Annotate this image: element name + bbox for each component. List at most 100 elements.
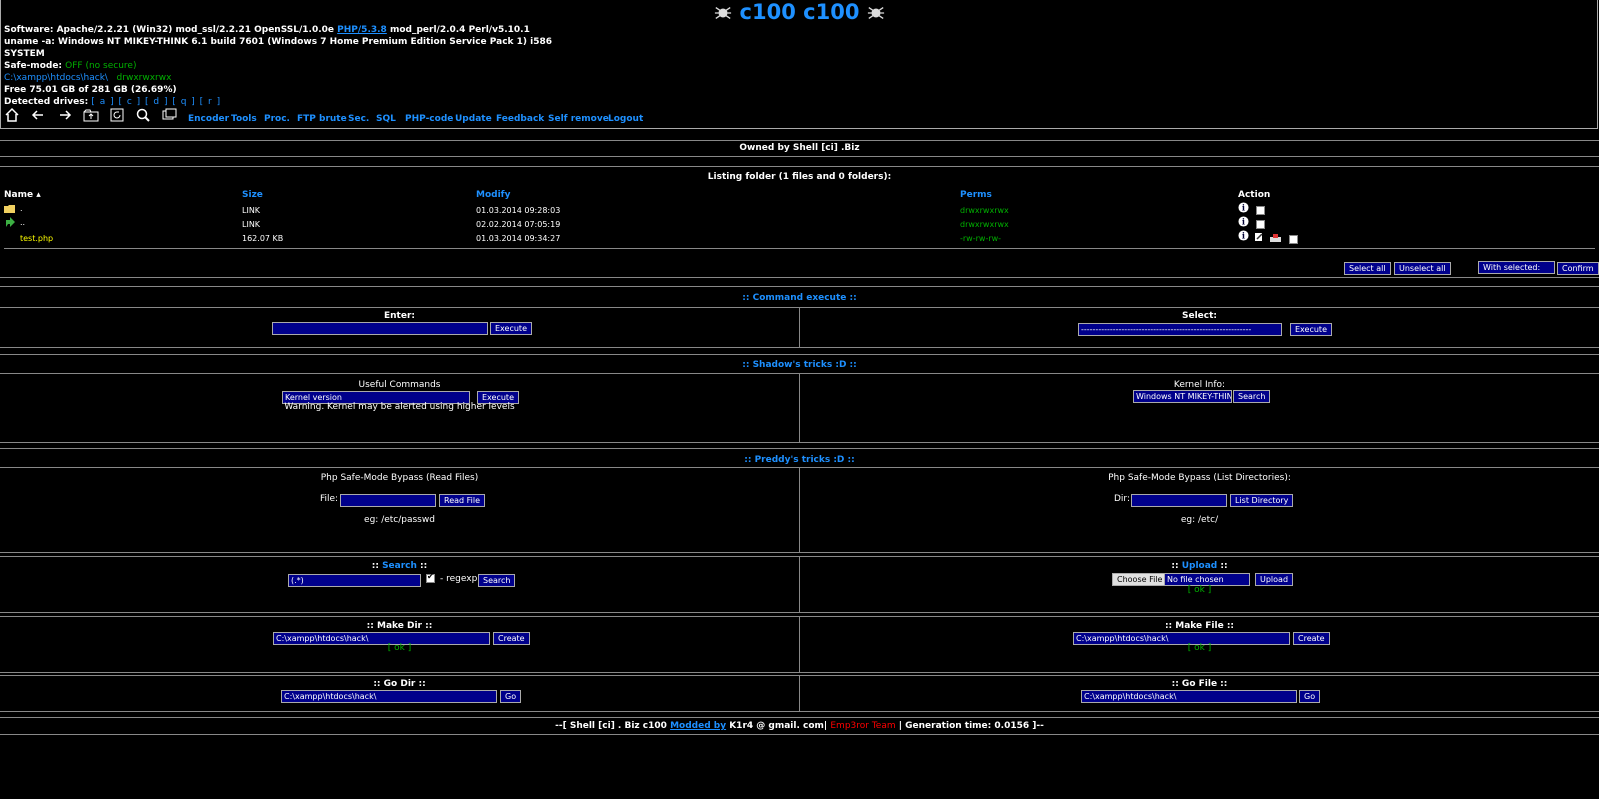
php-version-link[interactable]: PHP/5.3.8	[337, 25, 387, 35]
nav-tools[interactable]: Tools	[231, 114, 257, 124]
safe-mode-line: Safe-mode: OFF (no secure)	[4, 61, 136, 72]
modded-by-link[interactable]: Modded by	[670, 721, 726, 731]
go-file-input[interactable]: C:\xampp\htdocs\hack\	[1081, 690, 1297, 703]
divider	[0, 711, 1599, 712]
read-file-input[interactable]	[340, 494, 436, 507]
path-line: C:\xampp\htdocs\hack\ drwxrwxrwx	[4, 73, 171, 84]
divider	[0, 717, 1599, 718]
read-file-button[interactable]: Read File	[439, 494, 486, 507]
current-path-link[interactable]: C:\xampp\htdocs\hack\	[4, 73, 108, 83]
command-section-title: :: Command execute ::	[742, 293, 857, 303]
divider	[0, 612, 1599, 613]
read-files-title: Php Safe-Mode Bypass (Read Files)	[320, 473, 479, 483]
execute-button[interactable]: Execute	[490, 322, 532, 335]
info-icon[interactable]: i	[1238, 202, 1249, 213]
kernel-warning: Warning. Kernel may be alerted using hig…	[284, 402, 515, 412]
kernel-search-button[interactable]: Search	[1233, 390, 1271, 403]
divider	[0, 734, 1599, 735]
back-arrow-icon[interactable]	[30, 107, 46, 123]
file-modify: 02.02.2014 07:05:19	[476, 220, 561, 229]
search-input[interactable]: (.*)	[288, 574, 421, 587]
search-title-link[interactable]: Search	[382, 561, 417, 571]
spider-icon	[867, 7, 884, 19]
download-icon[interactable]	[1270, 234, 1281, 242]
nav-feedback[interactable]: Feedback	[496, 114, 544, 124]
search-icon[interactable]	[135, 107, 151, 123]
col-size-header[interactable]: Size	[242, 190, 263, 200]
upload-title-pre: ::	[1171, 561, 1182, 571]
col-modify-header[interactable]: Modify	[476, 190, 510, 200]
file-name-link[interactable]: test.php	[20, 234, 53, 243]
kernel-info-input[interactable]: Windows NT MIKEY-THINK	[1133, 390, 1232, 403]
safe-mode-value: OFF (no secure)	[65, 61, 137, 71]
file-perms[interactable]: -rw-rw-rw-	[960, 234, 1001, 243]
file-modify: 01.03.2014 09:28:03	[476, 206, 561, 215]
owned-by: Owned by Shell [ci] .Biz	[739, 143, 860, 153]
info-icon[interactable]: i	[1238, 216, 1249, 227]
info-icon[interactable]: i	[1238, 230, 1249, 241]
edit-icon[interactable]	[1254, 232, 1264, 242]
nav-proc[interactable]: Proc.	[264, 114, 290, 124]
path-perms: drwxrwxrwx	[116, 73, 172, 83]
spider-icon	[715, 7, 732, 19]
read-file-example: eg: /etc/passwd	[364, 515, 435, 525]
divider	[0, 166, 1599, 167]
svg-text:i: i	[1242, 231, 1245, 241]
row-checkbox[interactable]	[1289, 235, 1298, 244]
shell-title: c100 c100	[0, 0, 1599, 24]
select-label: Select:	[1181, 311, 1217, 321]
forward-arrow-icon[interactable]	[57, 107, 73, 123]
row-checkbox[interactable]	[1256, 220, 1265, 229]
nav-ftp-brute[interactable]: FTP brute	[297, 114, 347, 124]
upload-status: [ ok ]	[1187, 585, 1212, 595]
upload-title-post: ::	[1217, 561, 1228, 571]
file-name-link[interactable]: .	[20, 204, 23, 213]
unselect-all-button[interactable]: Unselect all	[1394, 262, 1451, 275]
execute-select-button[interactable]: Execute	[1290, 323, 1332, 336]
command-input[interactable]	[272, 322, 488, 335]
go-dir-input[interactable]: C:\xampp\htdocs\hack\	[281, 690, 497, 703]
upload-title-link[interactable]: Upload	[1182, 561, 1218, 571]
nav-update[interactable]: Update	[455, 114, 492, 124]
footer-text: K1r4 @ gmail. com|	[726, 721, 831, 731]
select-all-button[interactable]: Select all	[1344, 262, 1391, 275]
command-select[interactable]: ----------------------------------------…	[1078, 323, 1282, 336]
regexp-label: - regexp	[440, 574, 478, 584]
divider	[0, 277, 1599, 278]
go-dir-button[interactable]: Go	[500, 690, 522, 703]
nav-php-code[interactable]: PHP-code	[405, 114, 453, 124]
free-space-line: Free 75.01 GB of 281 GB (26.69%)	[4, 85, 177, 95]
confirm-button[interactable]: Confirm	[1557, 262, 1599, 275]
refresh-icon[interactable]	[109, 107, 125, 123]
col-perms-header[interactable]: Perms	[960, 190, 992, 200]
with-selected-select[interactable]: With selected:	[1478, 261, 1555, 274]
col-action-header: Action	[1238, 190, 1271, 200]
nav-sec[interactable]: Sec.	[348, 114, 369, 124]
home-icon[interactable]	[4, 107, 20, 123]
go-file-title: :: Go File ::	[1171, 679, 1228, 689]
svg-text:i: i	[1242, 203, 1245, 213]
file-perms[interactable]: drwxrwxrwx	[960, 206, 1009, 215]
list-dir-input[interactable]	[1131, 494, 1227, 507]
nav-encoder[interactable]: Encoder	[188, 114, 229, 124]
divider	[0, 448, 1599, 449]
nav-self-remove[interactable]: Self remove	[548, 114, 609, 124]
row-checkbox[interactable]	[1256, 206, 1265, 215]
go-dir-title: :: Go Dir ::	[373, 679, 426, 689]
drives-links[interactable]: [ a ] [ c ] [ d ] [ q ] [ r ]	[91, 97, 221, 107]
file-perms[interactable]: drwxrwxrwx	[960, 220, 1009, 229]
go-file-button[interactable]: Go	[1299, 690, 1321, 703]
user-line: SYSTEM	[4, 49, 45, 59]
list-directory-button[interactable]: List Directory	[1230, 494, 1294, 507]
safe-mode-label: Safe-mode:	[4, 61, 63, 71]
regexp-checkbox[interactable]	[426, 572, 435, 583]
divider	[0, 286, 1599, 287]
col-name-header[interactable]: Name ▴	[4, 190, 41, 200]
nav-sql[interactable]: SQL	[376, 114, 396, 124]
nav-logout[interactable]: Logout	[608, 114, 643, 124]
search-button[interactable]: Search	[478, 574, 516, 587]
file-name-link[interactable]: ..	[20, 218, 25, 227]
folder-up-icon[interactable]	[83, 107, 99, 123]
make-dir-status: [ ok ]	[387, 643, 412, 653]
buffer-icon[interactable]	[161, 107, 177, 123]
